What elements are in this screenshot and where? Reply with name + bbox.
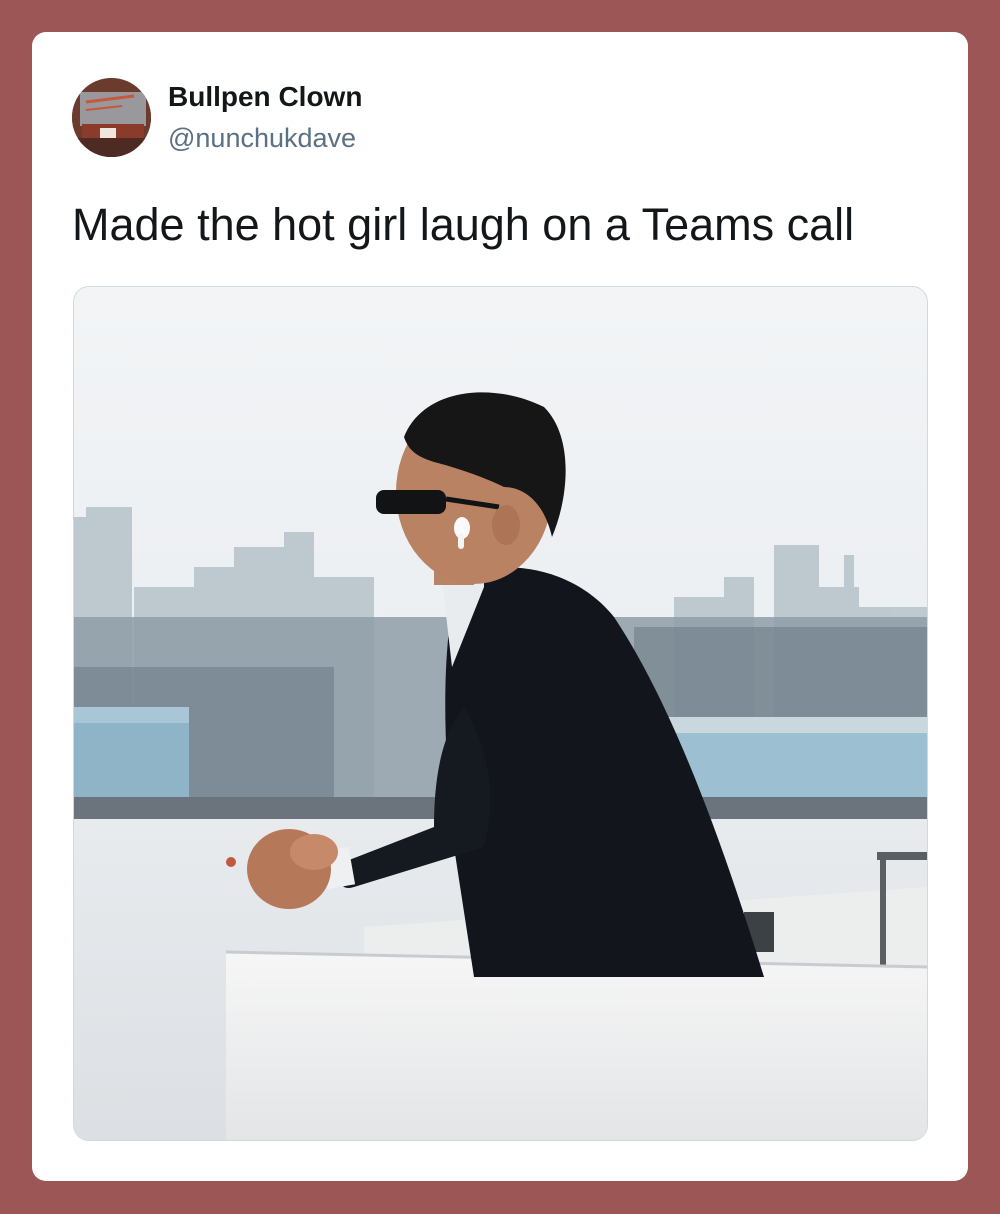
- tweet-card: Bullpen Clown @nunchukdave Made the hot …: [32, 32, 968, 1181]
- tweet-media[interactable]: [73, 286, 928, 1141]
- avatar-photo-icon: [72, 77, 151, 157]
- avatar[interactable]: [72, 77, 151, 157]
- photo-man-on-boat-icon: [74, 287, 927, 1140]
- author-names: Bullpen Clown @nunchukdave: [168, 79, 362, 155]
- tweet-header: Bullpen Clown @nunchukdave: [72, 76, 362, 158]
- author-handle[interactable]: @nunchukdave: [168, 121, 362, 155]
- author-display-name[interactable]: Bullpen Clown: [168, 79, 362, 115]
- tweet-text: Made the hot girl laugh on a Teams call: [72, 199, 855, 250]
